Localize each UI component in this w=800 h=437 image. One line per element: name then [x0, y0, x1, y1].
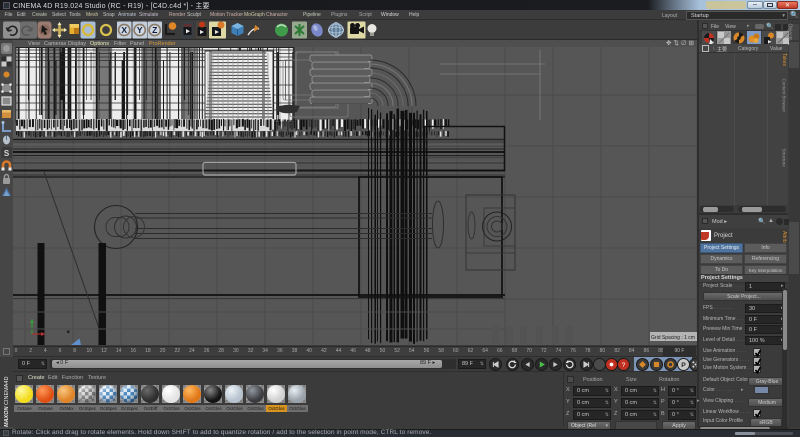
svg-text:Y: Y: [137, 25, 143, 35]
svg-text:Z: Z: [152, 25, 157, 35]
svg-text:Grid Spacing : 1 cm: Grid Spacing : 1 cm: [651, 335, 695, 341]
svg-text:S: S: [4, 149, 10, 158]
svg-text:?: ?: [622, 362, 626, 369]
svg-text:P: P: [681, 362, 686, 369]
svg-text:X: X: [121, 25, 127, 35]
